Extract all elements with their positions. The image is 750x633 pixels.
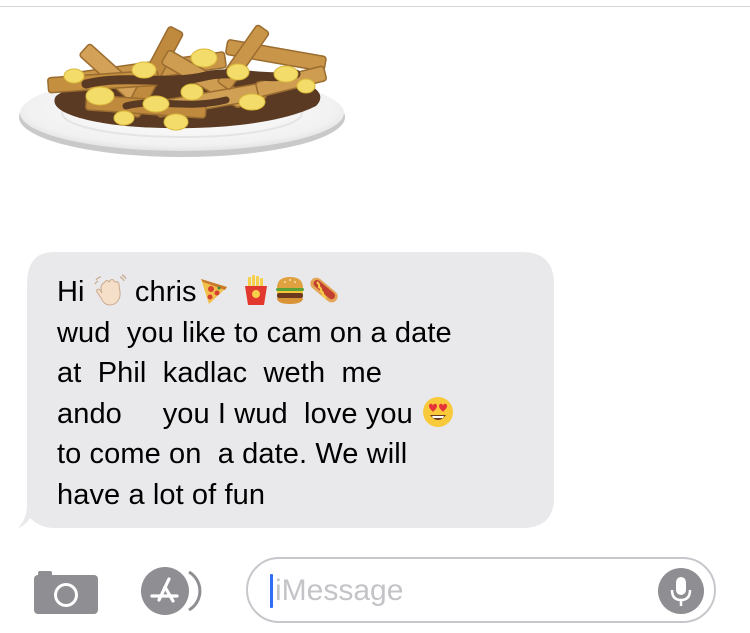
app-store-button[interactable] <box>139 566 213 616</box>
message-line: at Phil kadlac weth me <box>57 357 382 389</box>
camera-button[interactable] <box>34 568 98 614</box>
message-line: ando you I wud love you <box>57 394 537 435</box>
input-placeholder: iMessage <box>275 574 404 607</box>
message-line-text <box>231 276 239 308</box>
hotdog-icon <box>307 273 341 307</box>
message-line-text: ando you I wud love you <box>57 397 422 430</box>
imessage-input[interactable]: iMessage <box>246 557 716 623</box>
message-line-text: chris <box>126 276 197 308</box>
message-line: have a lot of fun <box>57 478 266 511</box>
message-line-text: Hi <box>57 276 93 308</box>
microphone-icon <box>658 568 704 614</box>
message-line: wud you like to cam on a date <box>57 316 452 349</box>
fries-icon <box>239 273 273 307</box>
message-text: Hi chris wud you like to cam on a date a… <box>57 272 537 515</box>
message-line: Hi chris <box>57 272 537 313</box>
heart-eyes-icon <box>421 395 455 429</box>
poutine-illustration <box>19 24 345 157</box>
burger-icon <box>273 273 307 307</box>
top-divider <box>0 6 750 7</box>
text-cursor <box>270 574 273 608</box>
poutine-sticker[interactable] <box>16 14 352 166</box>
waving-hand-icon <box>93 273 127 307</box>
message-line: to come on a date. We will <box>57 438 408 470</box>
camera-icon <box>34 571 98 614</box>
pizza-icon <box>197 273 231 307</box>
app-store-icon <box>141 567 202 615</box>
microphone-button[interactable] <box>658 568 704 614</box>
received-message-bubble[interactable]: Hi chris wud you like to cam on a date a… <box>18 252 558 530</box>
